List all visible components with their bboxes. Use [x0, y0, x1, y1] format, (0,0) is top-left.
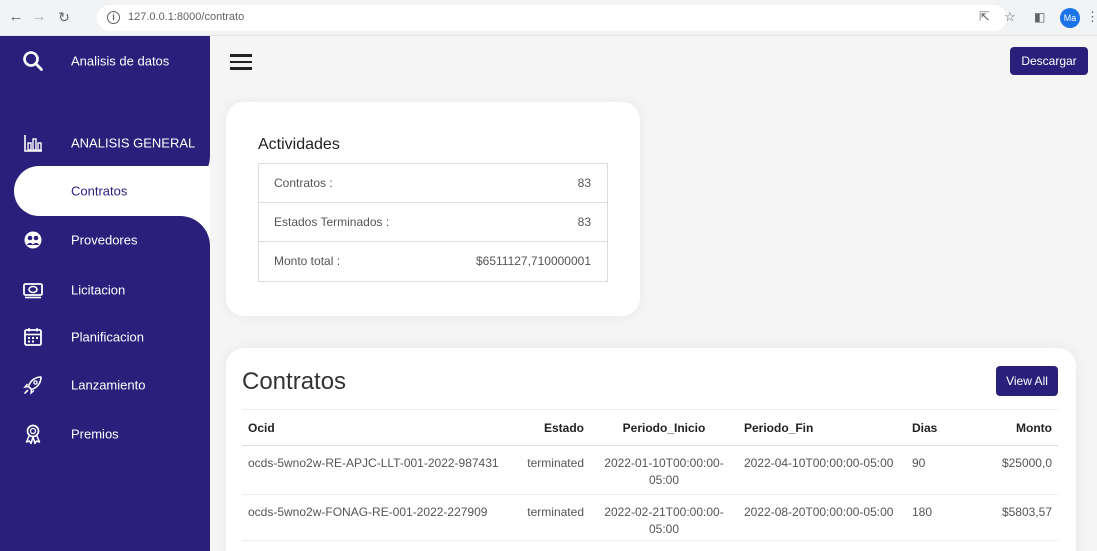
sidebar-item-planificacion[interactable]: Planificacion [0, 312, 210, 362]
share-icon[interactable]: ⇱ [979, 9, 990, 25]
cell-monto: $25000,0 [960, 445, 1058, 495]
download-button[interactable]: Descargar [1010, 47, 1088, 75]
sidebar-item-analisis-general[interactable]: ANALISIS GENERAL [0, 118, 210, 168]
back-icon[interactable]: ← [8, 9, 24, 25]
search-icon [22, 50, 44, 72]
side-panel-icon[interactable]: ◧ [1034, 9, 1045, 25]
sidebar-item-label: Contratos [71, 183, 128, 199]
activities-row: Estados Terminados : 83 [259, 203, 607, 242]
forward-icon[interactable]: → [31, 9, 47, 25]
sidebar-item-label: Licitacion [71, 282, 126, 298]
activities-row-value: $6511127,710000001 [475, 254, 591, 268]
people-icon [22, 229, 44, 251]
sidebar-item-lanzamiento[interactable]: Lanzamiento [0, 360, 210, 410]
address-bar[interactable]: i 127.0.0.1:8000/contrato [97, 5, 1007, 31]
cell-periodo-fin: 2022-08-20T00:00:00-05:00 [738, 494, 906, 541]
contracts-title: Contratos [242, 368, 347, 395]
sidebar-item-premios[interactable]: Premios [0, 409, 210, 459]
activities-row: Contratos : 83 [259, 164, 607, 203]
activities-row-value: 83 [577, 176, 591, 190]
column-header-dias[interactable]: Dias [906, 409, 960, 446]
column-header-estado[interactable]: Estado [512, 409, 590, 446]
activities-row-label: Contratos : [274, 176, 333, 190]
cell-ocid: ocds-5wno2w-RE-APJC-LLT-001-2022-987431 [242, 445, 512, 495]
activities-title: Actividades [258, 136, 340, 153]
bookmark-star-icon[interactable]: ☆ [1004, 9, 1016, 25]
cell-periodo-inicio: 2022-02-21T00:00:00-05:00 [590, 494, 738, 541]
activities-row-label: Estados Terminados : [274, 215, 390, 229]
activities-card: Actividades Contratos : 83 Estados Termi… [226, 102, 640, 316]
cell-periodo-inicio: 2022-01-10T00:00:00-05:00 [590, 445, 738, 495]
sidebar-item-label: Provedores [71, 232, 138, 248]
hamburger-menu-icon[interactable] [230, 54, 252, 70]
cell-dias: 180 [906, 494, 960, 541]
sidebar-item-provedores[interactable]: Provedores [0, 215, 210, 265]
contracts-card: Contratos View All Ocid Estado Periodo_I… [226, 348, 1076, 551]
sidebar-header[interactable]: Analisis de datos [0, 36, 210, 86]
sidebar-item-contratos[interactable]: Contratos [14, 166, 210, 216]
sidebar-item-label: Planificacion [71, 329, 144, 345]
calendar-icon [22, 326, 44, 348]
table-header-row: Ocid Estado Periodo_Inicio Periodo_Fin D… [242, 409, 1058, 446]
cell-dias: 90 [906, 445, 960, 495]
activities-row-label: Monto total : [274, 254, 341, 268]
table-row[interactable]: ocds-5wno2w-RE-APJC-LLT-001-2022-987431 … [242, 445, 1058, 495]
url-text[interactable]: 127.0.0.1:8000/contrato [128, 11, 244, 23]
column-header-periodo-fin[interactable]: Periodo_Fin [738, 409, 906, 446]
contracts-table: Ocid Estado Periodo_Inicio Periodo_Fin D… [242, 409, 1058, 541]
main-content: Descargar Actividades Contratos : 83 Est… [210, 36, 1097, 551]
cell-estado: terminated [512, 494, 590, 541]
sidebar-item-label: Lanzamiento [71, 377, 146, 393]
more-menu-icon[interactable]: ⋮ [1086, 9, 1097, 25]
sidebar-item-label: ANALISIS GENERAL [71, 135, 196, 151]
view-all-button[interactable]: View All [996, 366, 1058, 396]
site-info-icon[interactable]: i [107, 11, 120, 24]
cell-estado: terminated [512, 445, 590, 495]
sidebar-item-label: Premios [71, 426, 119, 442]
cell-monto: $5803,57 [960, 494, 1058, 541]
bar-chart-icon [22, 132, 44, 154]
cell-ocid: ocds-5wno2w-FONAG-RE-001-2022-227909 [242, 494, 512, 541]
award-icon [22, 423, 44, 445]
table-row[interactable]: ocds-5wno2w-FONAG-RE-001-2022-227909 ter… [242, 494, 1058, 541]
browser-toolbar: ← → ↻ i 127.0.0.1:8000/contrato ⇱ ☆ ◧ Ma… [0, 0, 1097, 36]
profile-avatar[interactable]: Ma [1060, 8, 1080, 28]
sidebar: Analisis de datos ANALISIS GENERAL Contr… [0, 36, 210, 551]
activities-row-value: 83 [577, 215, 591, 229]
column-header-periodo-inicio[interactable]: Periodo_Inicio [590, 409, 738, 446]
money-icon [22, 279, 44, 301]
cell-periodo-fin: 2022-04-10T00:00:00-05:00 [738, 445, 906, 495]
column-header-ocid[interactable]: Ocid [242, 409, 512, 446]
rocket-icon [22, 374, 44, 396]
sidebar-item-licitacion[interactable]: Licitacion [0, 265, 210, 315]
reload-icon[interactable]: ↻ [56, 9, 72, 25]
activities-row: Monto total : $6511127,710000001 [259, 242, 607, 281]
activities-table: Contratos : 83 Estados Terminados : 83 M… [258, 163, 608, 282]
sidebar-header-label: Analisis de datos [71, 53, 170, 69]
column-header-monto[interactable]: Monto [960, 409, 1058, 446]
